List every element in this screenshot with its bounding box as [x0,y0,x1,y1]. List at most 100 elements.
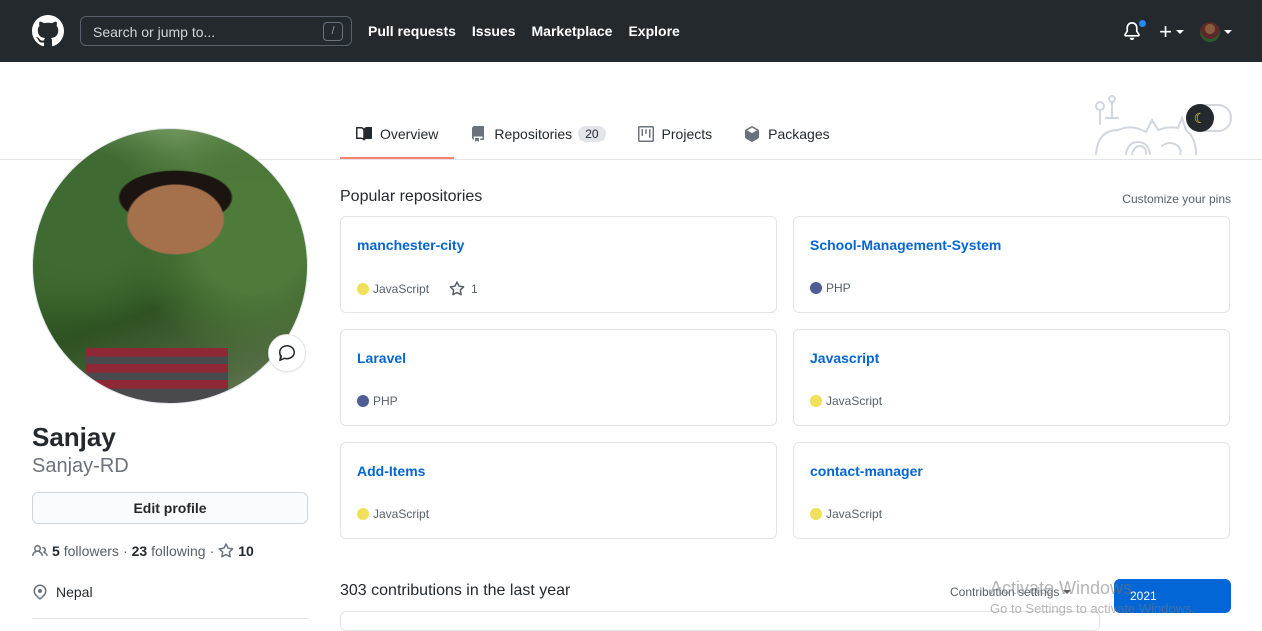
stargazers-link[interactable]: 1 [449,281,478,297]
sidebar-divider [32,618,308,619]
unread-indicator [1138,19,1148,28]
separator-dot: · [122,543,128,559]
tab-label: Projects [661,126,713,142]
chevron-down-icon [1063,590,1072,594]
repo-meta: JavaScript 1 [357,281,478,297]
user-menu-button[interactable] [1200,22,1232,42]
contribution-settings-dropdown[interactable]: Contribution settings [950,585,1072,599]
repo-card: Add-Items JavaScript [340,442,777,539]
language-color-dot [810,508,822,520]
set-status-button[interactable] [268,334,306,372]
nav-pull-requests[interactable]: Pull requests [368,23,456,39]
profile-tabs: Overview Repositories 20 Projects Packag… [340,114,846,160]
stars-link[interactable]: 10 [218,543,254,559]
repo-link[interactable]: Add-Items [357,463,425,479]
profile-avatar[interactable] [32,128,308,404]
following-count: 23 [131,543,148,559]
contributions-heading: 303 contributions in the last year [340,582,571,599]
book-icon [356,126,372,141]
customize-pins-link[interactable]: Customize your pins [1122,192,1231,206]
avatar [1200,22,1220,42]
repo-meta: JavaScript [357,507,429,521]
contribution-settings-label: Contribution settings [950,585,1060,599]
tab-label: Overview [380,126,439,142]
chevron-down-icon [1224,30,1232,34]
star-icon [449,281,465,296]
repo-link[interactable]: Laravel [357,350,406,366]
repo-card: manchester-city JavaScript 1 [340,216,777,313]
repo-meta: PHP [810,281,851,295]
search-shortcut-key: / [323,22,343,41]
nav-explore[interactable]: Explore [628,23,679,39]
language-color-dot [357,395,369,407]
tab-packages[interactable]: Packages [728,114,845,154]
repo-language: PHP [373,394,398,408]
repo-language: PHP [826,281,851,295]
theme-toggle[interactable]: ☾ [1186,104,1232,132]
language-color-dot [357,508,369,520]
star-count: 1 [471,282,478,296]
following-label: following [151,543,206,559]
header-nav: Pull requests Issues Marketplace Explore [368,0,680,62]
follow-stats: 5 followers · 23 following · 10 [32,543,254,559]
repo-meta: JavaScript [810,507,882,521]
popular-repos-heading: Popular repositories [340,188,483,205]
followers-label: followers [63,543,119,559]
repo-language: JavaScript [826,394,883,408]
repo-meta: JavaScript [810,394,882,408]
search-input[interactable]: Search or jump to... / [80,16,352,46]
following-link[interactable]: 23 following [132,543,206,559]
followers-count: 5 [52,543,60,559]
nav-marketplace[interactable]: Marketplace [532,23,613,39]
repo-language: JavaScript [373,507,430,521]
stars-count: 10 [238,543,254,559]
profile-location: Nepal [32,584,93,600]
repo-card: Laravel PHP [340,329,777,426]
language-color-dot [357,283,369,295]
repo-link[interactable]: School-Management-System [810,237,1001,253]
repo-icon [472,126,485,142]
octocat-doodle-icon [1095,95,1197,155]
repo-card: School-Management-System PHP [793,216,1230,313]
github-logo-icon[interactable] [32,15,64,47]
tab-label: Packages [768,126,830,142]
search-placeholder: Search or jump to... [93,24,216,40]
chevron-down-icon [1176,30,1184,34]
repo-link[interactable]: manchester-city [357,237,464,253]
plus-icon: + [1159,19,1172,44]
language-color-dot [810,395,822,407]
repo-card: Javascript JavaScript [793,329,1230,426]
star-icon [218,543,234,558]
location-text: Nepal [56,584,93,600]
repo-card: contact-manager JavaScript [793,442,1230,539]
people-icon [32,544,48,557]
moon-icon: ☾ [1186,104,1214,132]
repo-link[interactable]: contact-manager [810,463,923,479]
repo-language: JavaScript [373,282,430,296]
project-icon [637,126,654,142]
notifications-button[interactable] [1123,19,1148,43]
repo-language: JavaScript [826,507,883,521]
comment-icon [279,345,295,361]
tab-overview[interactable]: Overview [340,114,455,159]
repo-link[interactable]: Javascript [810,350,879,366]
header-actions: + [1123,18,1232,46]
language-color-dot [810,282,822,294]
separator-dot: · [209,543,215,559]
location-pin-icon [33,584,47,600]
tab-repositories[interactable]: Repositories 20 [454,114,621,154]
repo-count-badge: 20 [578,126,606,142]
tab-label: Repositories [494,126,573,142]
year-2021-button[interactable]: 2021 [1114,579,1231,613]
package-icon [745,126,760,142]
nav-issues[interactable]: Issues [472,23,516,39]
followers-link[interactable]: 5 followers [52,543,119,559]
top-header: Search or jump to... / Pull requests Iss… [0,0,1262,62]
repo-meta: PHP [357,394,398,408]
edit-profile-button[interactable]: Edit profile [32,492,308,524]
contribution-graph [340,611,1100,631]
create-new-button[interactable]: + [1159,19,1184,44]
profile-username: Sanjay-RD [32,455,129,477]
profile-name: Sanjay [32,422,116,452]
tab-projects[interactable]: Projects [622,114,729,154]
